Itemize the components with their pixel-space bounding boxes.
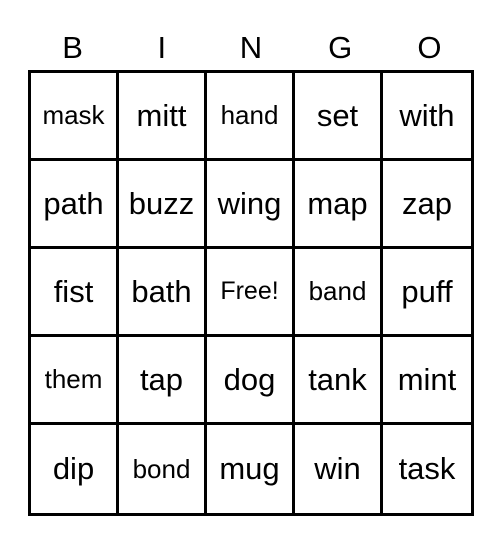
- bingo-cell[interactable]: mint: [383, 337, 471, 425]
- bingo-cell[interactable]: wing: [207, 161, 295, 249]
- bingo-cell[interactable]: tank: [295, 337, 383, 425]
- bingo-cell[interactable]: set: [295, 73, 383, 161]
- bingo-cell[interactable]: hand: [207, 73, 295, 161]
- header-letter-n: N: [239, 30, 263, 65]
- bingo-cell[interactable]: puff: [383, 249, 471, 337]
- bingo-cell[interactable]: task: [383, 425, 471, 513]
- bingo-cell[interactable]: dip: [31, 425, 119, 513]
- bingo-cell[interactable]: fist: [31, 249, 119, 337]
- bingo-cell[interactable]: mitt: [119, 73, 207, 161]
- bingo-header: B I N G O: [28, 28, 474, 68]
- header-letter-o: O: [417, 30, 442, 65]
- free-space-cell[interactable]: Free!: [207, 249, 295, 337]
- bingo-cell[interactable]: zap: [383, 161, 471, 249]
- bingo-cell[interactable]: dog: [207, 337, 295, 425]
- bingo-cell[interactable]: win: [295, 425, 383, 513]
- bingo-cell[interactable]: path: [31, 161, 119, 249]
- bingo-cell[interactable]: map: [295, 161, 383, 249]
- bingo-cell[interactable]: mask: [31, 73, 119, 161]
- bingo-cell[interactable]: bond: [119, 425, 207, 513]
- header-letter-g: G: [328, 30, 353, 65]
- bingo-card-grid: mask mitt hand set with path buzz wing m…: [28, 70, 474, 516]
- bingo-cell[interactable]: buzz: [119, 161, 207, 249]
- bingo-cell[interactable]: bath: [119, 249, 207, 337]
- bingo-cell[interactable]: them: [31, 337, 119, 425]
- bingo-cell[interactable]: band: [295, 249, 383, 337]
- header-letter-i: I: [157, 30, 167, 65]
- bingo-cell[interactable]: mug: [207, 425, 295, 513]
- header-letter-b: B: [62, 30, 83, 65]
- bingo-cell[interactable]: with: [383, 73, 471, 161]
- bingo-cell[interactable]: tap: [119, 337, 207, 425]
